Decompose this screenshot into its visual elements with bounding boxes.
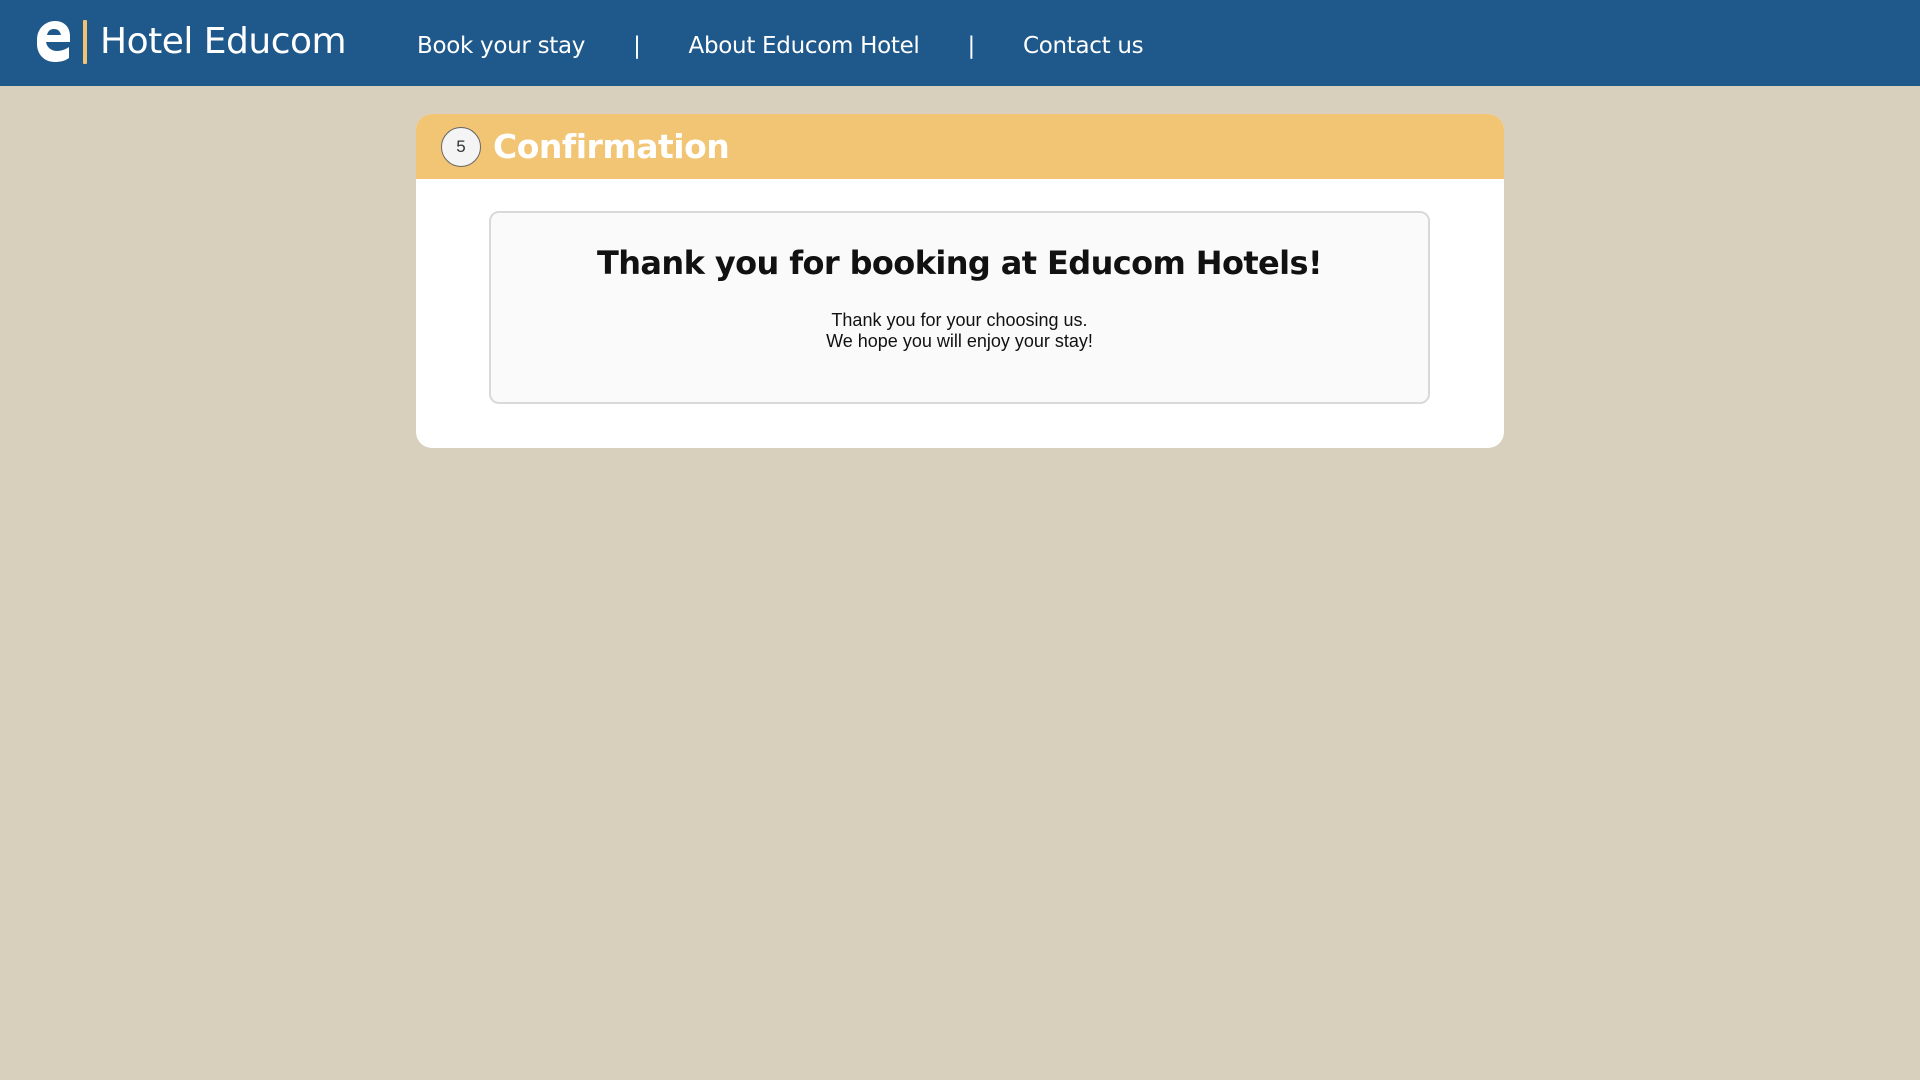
step-header: 5 Confirmation	[416, 114, 1504, 179]
confirmation-text-line: We hope you will enjoy your stay!	[826, 331, 1093, 351]
nav-book-your-stay[interactable]: Book your stay	[417, 33, 585, 59]
logo-divider	[83, 20, 87, 64]
step-title: Confirmation	[493, 127, 730, 166]
nav-separator: |	[633, 33, 641, 59]
educom-logo-icon	[37, 21, 70, 62]
nav-contact-us[interactable]: Contact us	[1023, 33, 1144, 59]
step-number-badge: 5	[441, 126, 481, 167]
main-nav: Book your stay | About Educom Hotel | Co…	[417, 26, 1144, 66]
nav-separator: |	[967, 33, 976, 59]
top-navigation-bar: Hotel Educom Book your stay | About Educ…	[0, 0, 1920, 86]
confirmation-message-box: Thank you for booking at Educom Hotels! …	[489, 211, 1430, 404]
confirmation-panel: 5 Confirmation Thank you for booking at …	[416, 114, 1504, 448]
brand[interactable]: Hotel Educom	[33, 18, 347, 66]
brand-name[interactable]: Hotel Educom	[100, 18, 347, 66]
nav-about-educom-hotel[interactable]: About Educom Hotel	[689, 33, 920, 59]
confirmation-text-line: Thank you for your choosing us.	[831, 310, 1088, 330]
confirmation-heading: Thank you for booking at Educom Hotels!	[597, 244, 1323, 282]
